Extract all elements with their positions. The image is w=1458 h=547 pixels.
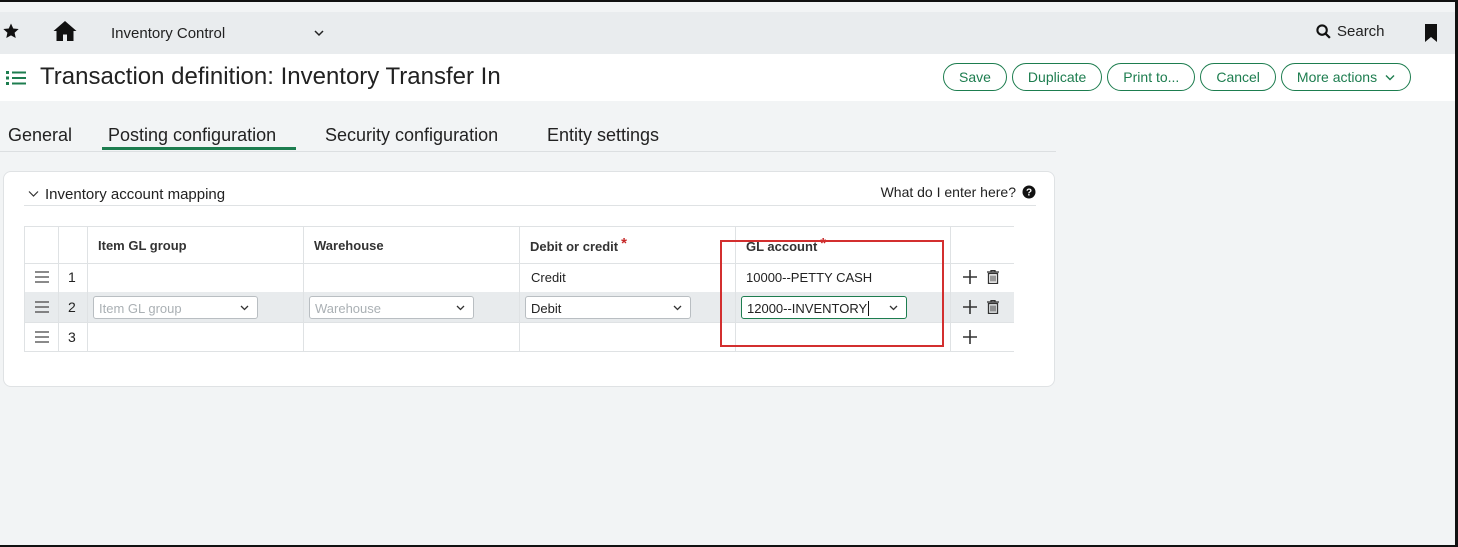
debit-or-credit-select[interactable]: Debit (525, 296, 691, 319)
column-header-gl-account: GL account * (746, 235, 827, 255)
duplicate-button[interactable]: Duplicate (1011, 63, 1103, 91)
column-header-warehouse: Warehouse (314, 238, 384, 253)
chevron-down-icon (1385, 74, 1395, 80)
row-number: 1 (68, 269, 76, 285)
bookmark-icon[interactable] (1424, 24, 1438, 42)
star-icon[interactable] (2, 22, 20, 40)
question-circle-icon: ? (1022, 185, 1036, 199)
item-gl-group-select[interactable]: Item GL group (93, 296, 258, 319)
inventory-account-mapping-panel: Inventory account mapping What do I ente… (3, 171, 1055, 387)
column-header-item-gl-group: Item GL group (98, 238, 187, 253)
column-header-debit-or-credit: Debit or credit * (530, 235, 627, 255)
list-icon[interactable] (6, 69, 26, 87)
action-buttons: Save Duplicate Print to... Cancel More a… (943, 63, 1412, 91)
debit-or-credit-selected: Debit (531, 301, 562, 316)
drag-handle-icon[interactable] (35, 271, 49, 283)
top-navigation-bar: Inventory Control Search (0, 12, 1455, 54)
grid-border (24, 226, 25, 352)
warehouse-select[interactable]: Warehouse (309, 296, 474, 319)
page-header: Transaction definition: Inventory Transf… (0, 54, 1455, 101)
search-button[interactable]: Search (1316, 23, 1385, 40)
add-row-icon[interactable] (963, 300, 977, 314)
trash-icon[interactable] (987, 270, 999, 284)
chevron-down-icon[interactable] (313, 28, 325, 38)
help-label: What do I enter here? (880, 184, 1016, 200)
chevron-down-icon (673, 305, 682, 311)
warehouse-placeholder: Warehouse (315, 301, 381, 316)
save-button[interactable]: Save (943, 63, 1007, 91)
window-top-edge (0, 0, 1458, 12)
more-actions-button[interactable]: More actions (1280, 63, 1412, 91)
row-number: 3 (68, 329, 76, 345)
drag-handle-icon[interactable] (35, 331, 49, 343)
grid-divider (950, 226, 951, 352)
tab-entity-settings[interactable]: Entity settings (547, 125, 659, 146)
text-cursor (868, 301, 870, 316)
collapse-chevron-icon[interactable] (28, 190, 39, 198)
tab-bar: General Posting configuration Security c… (0, 115, 1056, 152)
search-icon (1316, 24, 1331, 39)
chevron-down-icon (240, 305, 249, 311)
add-row-icon[interactable] (963, 270, 977, 284)
chevron-down-icon (889, 305, 898, 311)
section-title[interactable]: Inventory account mapping (45, 186, 225, 203)
svg-text:?: ? (1026, 188, 1032, 199)
tab-general[interactable]: General (8, 125, 72, 146)
section-header: Inventory account mapping What do I ente… (24, 184, 1036, 206)
gl-account-label: GL account (746, 239, 818, 254)
tab-security-configuration[interactable]: Security configuration (325, 125, 498, 146)
gl-account-select[interactable]: 12000--INVENTORY (741, 296, 907, 319)
debit-or-credit-label: Debit or credit (530, 239, 619, 254)
required-marker: * (621, 235, 627, 252)
cancel-button[interactable]: Cancel (1200, 63, 1276, 91)
home-icon[interactable] (53, 20, 77, 42)
grid-divider (303, 226, 304, 352)
gl-account-value[interactable]: 10000--PETTY CASH (746, 270, 872, 285)
drag-handle-icon[interactable] (35, 301, 49, 313)
tab-posting-configuration[interactable]: Posting configuration (108, 125, 276, 146)
grid-divider (735, 226, 736, 352)
active-tab-indicator (102, 147, 296, 150)
add-row-icon[interactable] (963, 330, 977, 344)
search-label: Search (1337, 23, 1385, 40)
print-to-button[interactable]: Print to... (1107, 63, 1196, 91)
gl-account-selected: 12000--INVENTORY (747, 301, 868, 316)
help-link[interactable]: What do I enter here? ? (881, 184, 1036, 200)
grid-divider (519, 226, 520, 352)
grid-divider (87, 226, 88, 352)
debit-or-credit-value[interactable]: Credit (531, 270, 566, 285)
row-number: 2 (68, 299, 76, 315)
item-gl-group-placeholder: Item GL group (99, 301, 182, 316)
chevron-down-icon (456, 305, 465, 311)
page-title: Transaction definition: Inventory Transf… (40, 63, 501, 90)
trash-icon[interactable] (987, 300, 999, 314)
more-actions-label: More actions (1296, 69, 1378, 85)
required-marker: * (820, 235, 827, 252)
app-name[interactable]: Inventory Control (111, 25, 225, 42)
grid-divider (58, 226, 59, 352)
